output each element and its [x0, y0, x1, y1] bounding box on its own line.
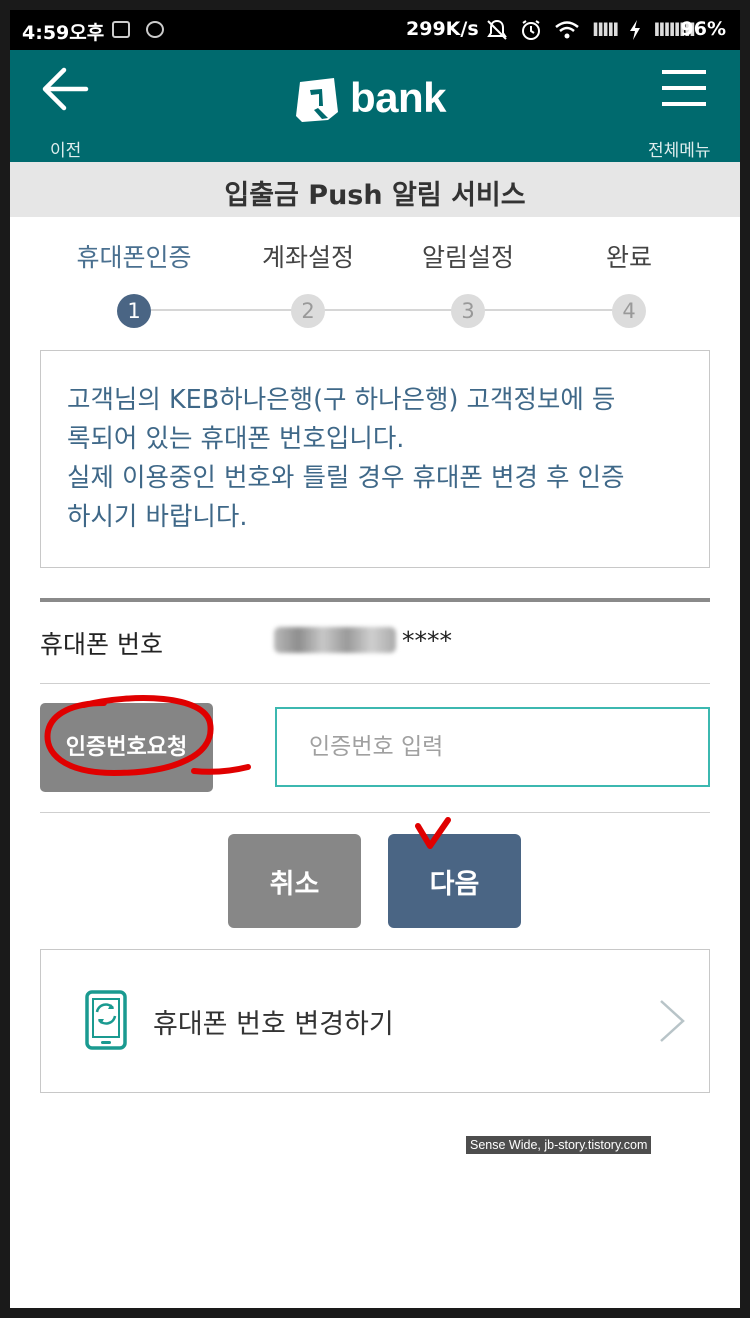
phone-number-value: **** [274, 626, 452, 655]
step-indicator: 휴대폰인증 1 계좌설정 2 알림설정 3 완료 4 [10, 238, 740, 328]
step-label: 완료 [605, 243, 652, 272]
qbank-logo: bank [292, 72, 462, 128]
verification-row: 인증번호요청 [40, 685, 710, 813]
step-complete: 완료 4 [549, 238, 709, 328]
logo-text: bank [350, 74, 447, 121]
step-alert-setting: 알림설정 3 [388, 238, 548, 328]
status-bar: 4:59오후 299K/s IIIII IIIIIIII 96% [10, 10, 740, 50]
phone-number-row: 휴대폰 번호 **** [40, 602, 710, 684]
alarm-clock-icon [522, 20, 540, 40]
step-account-setting: 계좌설정 2 [228, 238, 388, 328]
info-line: 하시기 바랍니다. [67, 502, 248, 532]
step-number: 2 [291, 294, 325, 328]
page-title: 입출금 Push 알림 서비스 [224, 180, 526, 211]
info-line: 록되어 있는 휴대폰 번호입니다. [67, 424, 405, 454]
step-label: 계좌설정 [261, 243, 354, 272]
change-phone-number-link[interactable]: 휴대폰 번호 변경하기 [40, 949, 710, 1093]
step-number: 4 [612, 294, 646, 328]
request-code-button[interactable]: 인증번호요청 [40, 703, 213, 792]
cancel-button[interactable]: 취소 [228, 834, 361, 928]
signal-bars: IIIII [592, 19, 619, 41]
chevron-right-icon [660, 1000, 685, 1042]
wifi-icon [555, 21, 579, 39]
menu-label: 전체메뉴 [648, 141, 711, 161]
info-line: 실제 이용중인 번호와 틀릴 경우 휴대폰 변경 후 인증 [67, 463, 625, 493]
back-label: 이전 [50, 141, 82, 161]
screen: 4:59오후 299K/s IIIII IIIIIIII 96% 이전 bank… [10, 10, 740, 1308]
full-menu-button[interactable]: 전체메뉴 [642, 66, 732, 161]
next-button[interactable]: 다음 [388, 834, 521, 928]
step-label: 휴대폰인증 [76, 243, 192, 272]
battery-level: 96% [680, 18, 726, 40]
step-number: 1 [117, 294, 151, 328]
phone-number-label: 휴대폰 번호 [40, 630, 163, 659]
arrow-left-icon [42, 67, 89, 111]
bell-off-icon [487, 19, 507, 40]
phone-masked-suffix: **** [402, 626, 452, 655]
blurred-phone-digits [274, 627, 396, 653]
status-icons: IIIII IIIIIIII [486, 19, 696, 41]
step-phone-auth: 휴대폰인증 1 [54, 238, 214, 328]
info-notice-box: 고객님의 KEB하나은행(구 하나은행) 고객정보에 등 록되어 있는 휴대폰 … [40, 350, 710, 568]
step-number: 3 [451, 294, 485, 328]
talk-icon [146, 21, 164, 38]
step-label: 알림설정 [421, 243, 514, 272]
app-header: 이전 bank 전체메뉴 [10, 50, 740, 162]
info-line: 고객님의 KEB하나은행(구 하나은행) 고객정보에 등 [67, 385, 616, 415]
change-phone-label: 휴대폰 번호 변경하기 [153, 1009, 394, 1040]
page-title-bar: 입출금 Push 알림 서비스 [10, 162, 740, 217]
watermark: Sense Wide, jb-story.tistory.com [466, 1136, 652, 1154]
lightning-icon [630, 20, 641, 40]
verification-code-input[interactable] [275, 707, 710, 787]
notification-icon [112, 21, 130, 38]
phone-exchange-icon [85, 990, 127, 1050]
network-speed: 299K/s [406, 18, 479, 40]
status-time: 4:59오후 [22, 22, 105, 44]
back-button[interactable]: 이전 [36, 66, 96, 161]
q-logo-icon [296, 78, 338, 122]
step-line [140, 309, 630, 311]
hamburger-icon [662, 70, 706, 106]
